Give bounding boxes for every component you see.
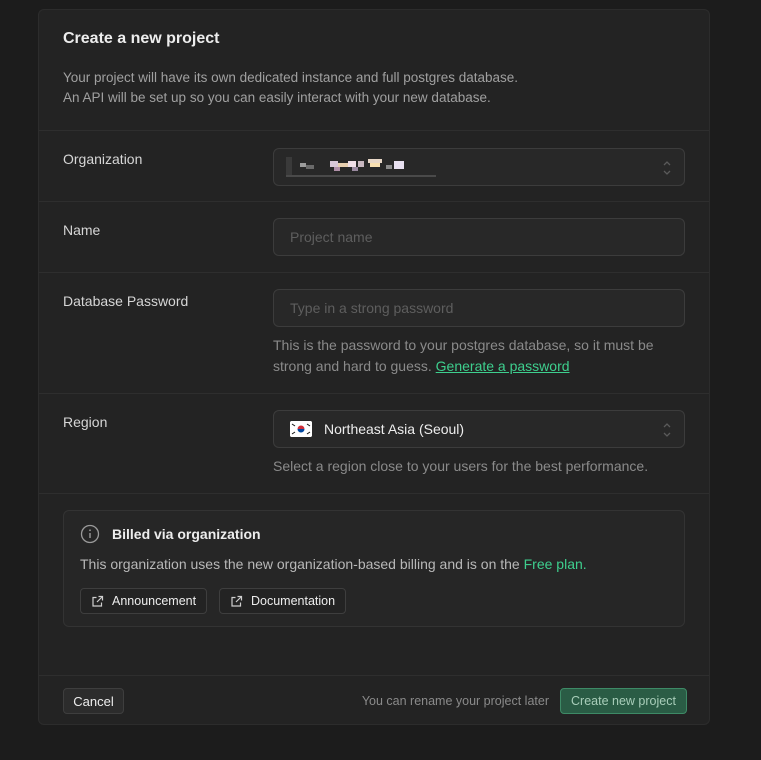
chevron-up-down-icon: [663, 423, 671, 437]
documentation-button[interactable]: Documentation: [219, 588, 347, 614]
region-select[interactable]: Northeast Asia (Seoul): [273, 410, 685, 448]
cancel-button[interactable]: Cancel: [63, 688, 124, 714]
plan-name: Free plan.: [523, 556, 587, 572]
name-row: Name: [39, 201, 709, 273]
announcement-label: Announcement: [112, 594, 197, 608]
billing-notice-text: This organization uses the new organizat…: [80, 556, 520, 572]
region-selected-value: Northeast Asia (Seoul): [324, 421, 465, 437]
billing-notice-body: This organization uses the new organizat…: [80, 556, 587, 572]
description-line-2: An API will be set up so you can easily …: [63, 90, 491, 105]
organization-row: Organization: [39, 130, 709, 202]
dialog-title: Create a new project: [63, 30, 220, 47]
info-icon: [80, 524, 100, 544]
region-row: Region Northeast Asia (Seoul) Select a r…: [39, 393, 709, 494]
password-input[interactable]: [274, 290, 684, 326]
billing-notice: Billed via organization This organizatio…: [63, 510, 685, 627]
external-link-icon: [92, 595, 104, 607]
region-label: Region: [63, 414, 108, 430]
name-label: Name: [63, 222, 101, 238]
south-korea-flag-icon: [290, 421, 312, 437]
external-link-icon: [231, 595, 243, 607]
password-field: [273, 289, 685, 327]
divider: [39, 493, 709, 494]
organization-name-redacted: [286, 157, 436, 177]
organization-label: Organization: [63, 151, 143, 167]
project-name-field: [273, 218, 685, 256]
chevron-up-down-icon: [663, 161, 671, 175]
generate-password-link[interactable]: Generate a password: [436, 358, 570, 374]
project-name-input[interactable]: [274, 219, 684, 255]
billing-notice-title: Billed via organization: [112, 526, 261, 542]
password-row: Database Password This is the password t…: [39, 272, 709, 394]
password-help: This is the password to your postgres da…: [273, 335, 685, 377]
announcement-button[interactable]: Announcement: [80, 588, 208, 614]
dialog-header: Create a new project Your project will h…: [39, 10, 709, 131]
dialog-description: Your project will have its own dedicated…: [63, 68, 685, 108]
rename-note: You can rename your project later: [361, 694, 549, 708]
password-label: Database Password: [63, 293, 189, 309]
region-help: Select a region close to your users for …: [273, 458, 649, 474]
create-project-dialog: Create a new project Your project will h…: [38, 9, 710, 725]
organization-select[interactable]: [273, 148, 685, 186]
create-project-button[interactable]: Create new project: [560, 688, 687, 714]
documentation-label: Documentation: [251, 594, 336, 608]
billing-notice-header: Billed via organization: [80, 524, 261, 544]
description-line-1: Your project will have its own dedicated…: [63, 70, 519, 85]
dialog-footer: Cancel You can rename your project later…: [39, 675, 709, 724]
